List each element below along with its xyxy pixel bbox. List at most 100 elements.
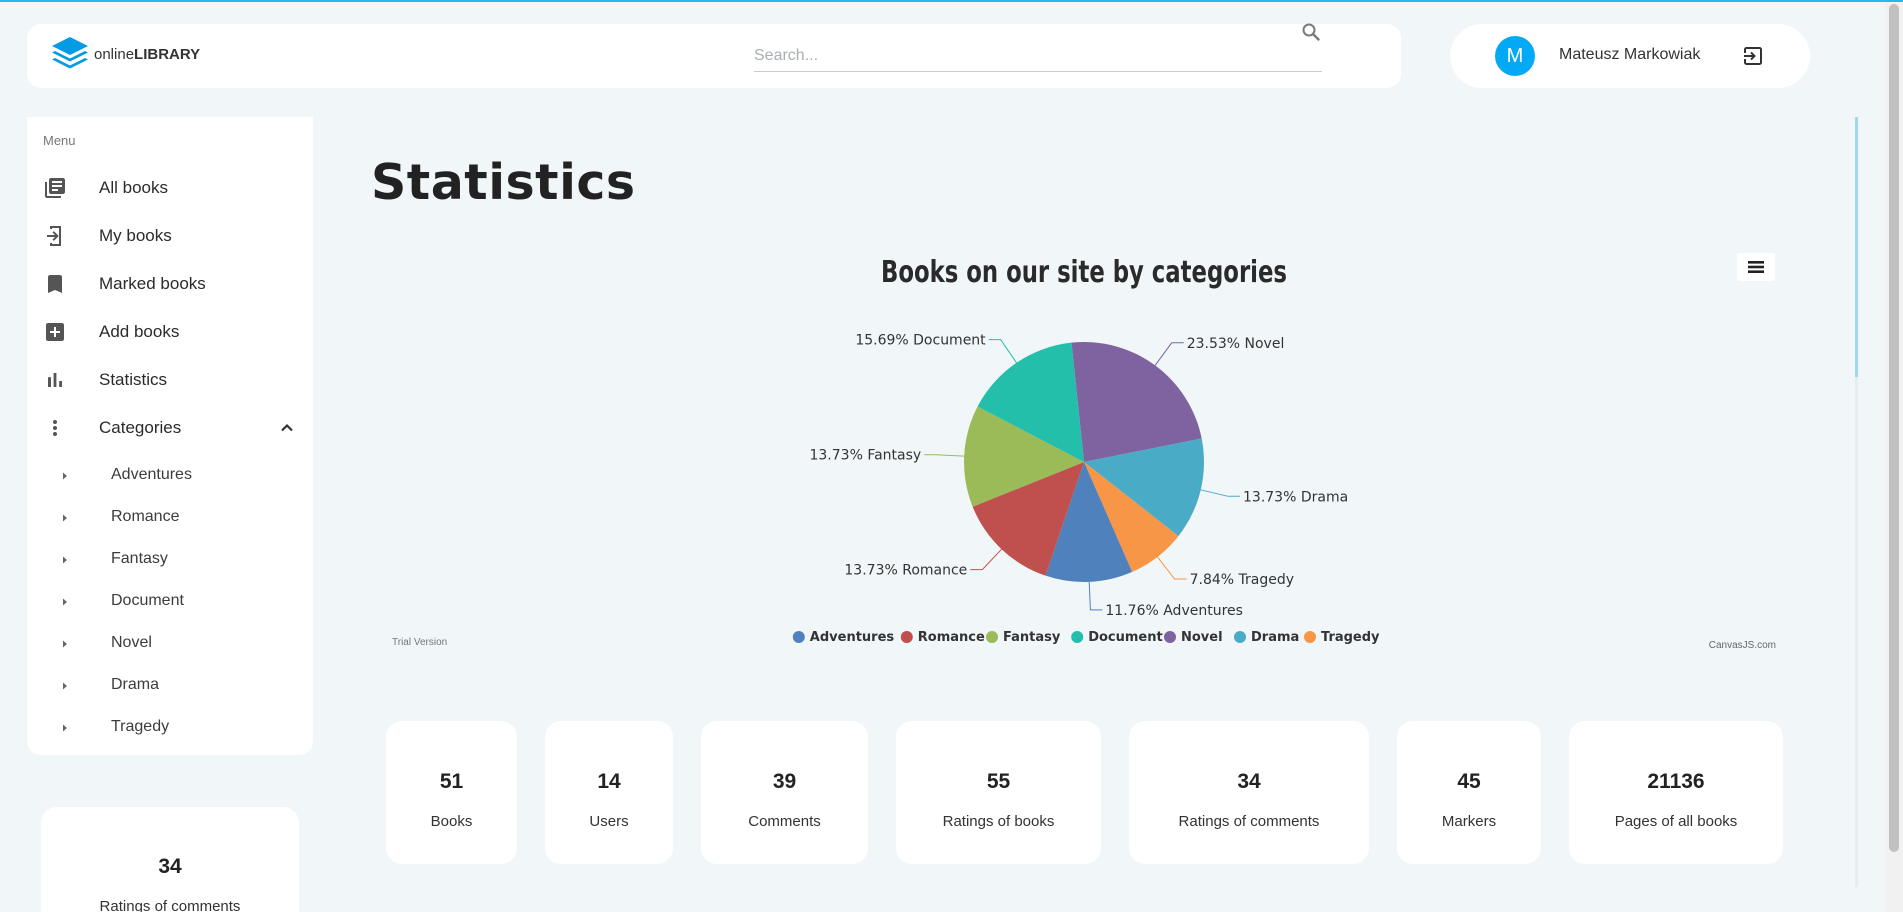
stat-card-books: 51 Books xyxy=(386,721,517,864)
chart-menu-button[interactable] xyxy=(1737,253,1775,281)
pie-connector-document xyxy=(988,339,1017,364)
bar-chart-icon xyxy=(48,373,62,387)
caret-right-icon xyxy=(63,556,67,564)
caret-right-icon xyxy=(63,598,67,606)
legend-item-adventures[interactable]: Adventures xyxy=(792,630,895,645)
stat-caption: Ratings of books xyxy=(942,813,1055,830)
sidebar-item-statistics[interactable]: Statistics xyxy=(27,356,313,404)
category-item-document[interactable]: Document xyxy=(27,581,313,623)
legend-marker xyxy=(1164,631,1176,643)
pie-label-document: 15.69% Document xyxy=(855,333,986,349)
legend-marker xyxy=(1304,631,1316,643)
legend-marker xyxy=(986,631,998,643)
stat-card-ratings-of-comments: 34 Ratings of comments xyxy=(1129,721,1369,864)
legend-marker xyxy=(792,631,805,643)
category-item-tragedy[interactable]: Tragedy xyxy=(27,707,313,749)
legend-item-novel[interactable]: Novel xyxy=(1164,630,1223,645)
user-name: Mateusz Markowiak xyxy=(1559,46,1701,63)
sidebar-item-my-books[interactable]: My books xyxy=(27,212,313,260)
category-label: Adventures xyxy=(111,466,192,483)
stat-card-pages: 21136 Pages of all books xyxy=(1569,721,1783,864)
content-scroll-thumb[interactable] xyxy=(1855,117,1858,377)
category-label: Tragedy xyxy=(111,718,170,735)
category-item-novel[interactable]: Novel xyxy=(27,623,313,665)
category-item-fantasy[interactable]: Fantasy xyxy=(27,539,313,581)
side-stat-card: 34 Ratings of comments xyxy=(41,807,299,912)
pie-label-tragedy: 7.84% Tragedy xyxy=(1190,572,1294,588)
stat-caption: Users xyxy=(589,813,629,830)
sidebar-item-label: Categories xyxy=(99,418,182,437)
stat-value: 34 xyxy=(1237,770,1261,793)
stat-caption: Ratings of comments xyxy=(99,898,241,912)
pie-label-drama: 13.73% Drama xyxy=(1243,489,1348,505)
legend-item-fantasy[interactable]: Fantasy xyxy=(986,630,1061,645)
layers-logo-icon xyxy=(52,37,88,69)
trial-version-text: Trial Version xyxy=(392,637,447,648)
chevron-up-icon[interactable] xyxy=(275,416,299,440)
pie-connector-novel xyxy=(1154,342,1184,366)
pie-connector-romance xyxy=(970,548,1002,571)
sidebar-item-label: Add books xyxy=(99,322,180,341)
sidebar-item-add-books[interactable]: Add books xyxy=(27,308,313,356)
book-open-icon xyxy=(47,226,61,246)
legend-marker xyxy=(1234,631,1246,643)
stat-value: 45 xyxy=(1457,770,1481,793)
logo-text: onlineLIBRARY xyxy=(94,45,201,63)
header-bar: onlineLIBRARY xyxy=(27,24,1401,88)
legend-item-tragedy[interactable]: Tragedy xyxy=(1304,630,1380,645)
legend-label: Fantasy xyxy=(1003,630,1061,645)
pie-chart: Books on our site by categories 23.53% N… xyxy=(392,255,1776,651)
stat-card-comments: 39 Comments xyxy=(701,721,868,864)
page-title: Statistics xyxy=(371,154,636,211)
legend-label: Romance xyxy=(918,630,985,645)
stat-caption: Comments xyxy=(748,813,821,830)
user-panel: M Mateusz Markowiak xyxy=(1450,24,1810,88)
logo[interactable]: onlineLIBRARY xyxy=(50,35,200,73)
pie-connector-fantasy xyxy=(924,454,965,457)
pie-label-novel: 23.53% Novel xyxy=(1187,336,1285,352)
category-item-romance[interactable]: Romance xyxy=(27,497,313,539)
category-item-adventures[interactable]: Adventures xyxy=(27,455,313,497)
pie-label-romance: 13.73% Romance xyxy=(844,563,967,579)
pie-label-adventures: 11.76% Adventures xyxy=(1105,603,1243,619)
stat-caption: Pages of all books xyxy=(1614,813,1738,830)
chart-legend: Adventures Romance Fantasy Document Novel Dra… xyxy=(792,630,1380,645)
stat-value: 39 xyxy=(772,770,797,793)
category-label: Novel xyxy=(111,634,152,651)
legend-label: Novel xyxy=(1181,630,1223,645)
sidebar-item-marked-books[interactable]: Marked books xyxy=(27,260,313,308)
category-item-drama[interactable]: Drama xyxy=(27,665,313,707)
legend-item-drama[interactable]: Drama xyxy=(1234,630,1299,645)
canvasjs-credit[interactable]: CanvasJS.com xyxy=(1709,640,1776,651)
pie-connector-adventures xyxy=(1088,581,1103,611)
stat-card-ratings-of-books: 55 Ratings of books xyxy=(896,721,1101,864)
legend-label: Document xyxy=(1088,630,1163,645)
chart-title: Books on our site by categories xyxy=(881,255,1287,290)
pie-slices xyxy=(964,342,1204,583)
search-field-wrapper xyxy=(754,40,1322,72)
sidebar-item-categories[interactable]: Categories xyxy=(27,404,313,452)
hamburger-icon xyxy=(1748,261,1764,273)
stat-value: 14 xyxy=(597,770,621,793)
stat-value: 55 xyxy=(986,770,1011,793)
sidebar: Menu All books My books Marked books Add… xyxy=(27,117,313,755)
stat-card-users: 14 Users xyxy=(545,721,673,864)
stat-value: 51 xyxy=(439,770,464,793)
more-vertical-icon xyxy=(53,420,57,436)
avatar[interactable]: M xyxy=(1495,36,1535,76)
search-icon[interactable] xyxy=(1299,20,1323,44)
sidebar-item-all-books[interactable]: All books xyxy=(27,164,313,212)
add-box-icon xyxy=(46,323,64,341)
logout-icon[interactable] xyxy=(1741,44,1765,68)
sidebar-item-label: Statistics xyxy=(99,370,168,389)
legend-item-document[interactable]: Document xyxy=(1071,630,1163,645)
stat-card-markers: 45 Markers xyxy=(1397,721,1541,864)
legend-label: Tragedy xyxy=(1321,630,1380,645)
stat-caption: Ratings of comments xyxy=(1178,813,1320,830)
stat-value: 34 xyxy=(158,855,182,878)
stat-value: 21136 xyxy=(1647,770,1705,793)
search-input[interactable] xyxy=(754,40,1322,71)
legend-marker xyxy=(1071,631,1084,643)
legend-item-romance[interactable]: Romance xyxy=(900,630,985,645)
scrollbar-thumb[interactable] xyxy=(1889,4,1899,852)
